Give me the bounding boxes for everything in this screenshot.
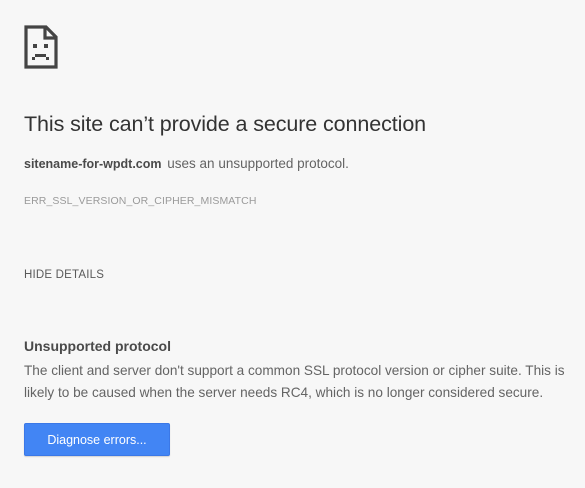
sad-document-icon (24, 25, 58, 69)
page-title: This site can’t provide a secure connect… (24, 112, 427, 136)
diagnose-errors-button[interactable]: Diagnose errors... (24, 423, 170, 456)
error-page: This site can’t provide a secure connect… (0, 0, 585, 488)
error-code: ERR_SSL_VERSION_OR_CIPHER_MISMATCH (24, 195, 257, 207)
details-body: The client and server don't support a co… (24, 363, 565, 400)
hide-details-button[interactable]: HIDE DETAILS (24, 269, 104, 281)
details-heading: Unsupported protocol (24, 338, 171, 354)
error-description: sitename-for-wpdt.com uses an unsupporte… (24, 156, 349, 171)
site-hostname: sitename-for-wpdt.com (24, 157, 162, 171)
error-description-text: uses an unsupported protocol. (167, 156, 349, 171)
